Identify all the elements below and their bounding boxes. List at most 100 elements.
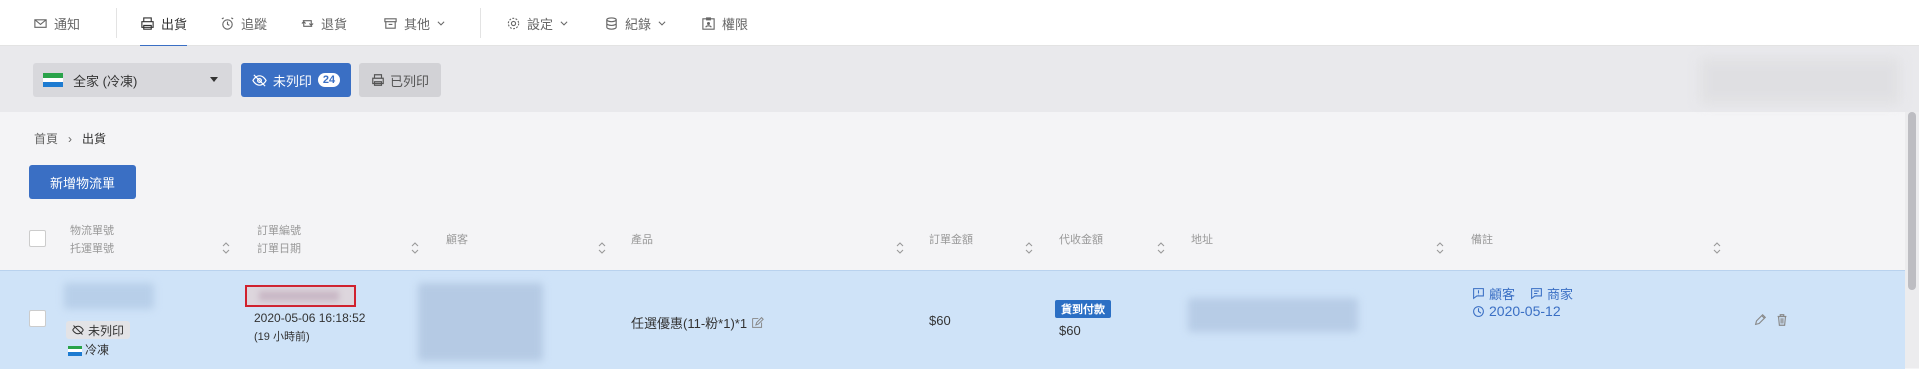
note-merchant-link[interactable]: 商家 — [1530, 284, 1573, 303]
header-order-amount: 訂單金額 — [929, 234, 973, 246]
eye-slash-icon — [252, 73, 267, 87]
order-number-highlight[interactable] — [245, 285, 356, 307]
breadcrumb-home[interactable]: 首頁 — [34, 130, 58, 147]
alarm-clock-icon — [221, 16, 234, 30]
cod-amount: $60 — [1059, 323, 1081, 338]
sort-icon[interactable] — [1025, 242, 1033, 254]
header-notes: 備註 — [1471, 234, 1493, 246]
nav-notify-label: 通知 — [54, 16, 81, 32]
order-amount: $60 — [929, 313, 951, 328]
product-name: 任選優惠(11-粉*1)*1 — [631, 316, 748, 331]
chevron-down-icon — [437, 21, 445, 26]
nav-divider — [480, 8, 481, 38]
sort-icon[interactable] — [222, 242, 230, 254]
nav-other-label: 其他 — [404, 16, 431, 32]
database-icon — [606, 16, 617, 30]
col-header-order: 訂單編號 訂單日期 — [257, 222, 301, 258]
order-number-redacted — [259, 291, 339, 301]
note-merchant-label: 商家 — [1547, 287, 1574, 302]
breadcrumb-current: 出貨 — [82, 132, 107, 146]
unprinted-filter-button[interactable]: 未列印 24 — [241, 63, 351, 97]
comment-icon — [1531, 288, 1542, 300]
trash-icon[interactable] — [1775, 313, 1789, 327]
nav-records-label: 紀錄 — [625, 16, 652, 32]
retweet-icon — [301, 19, 314, 27]
nav-records[interactable]: 紀錄 — [604, 0, 667, 46]
temperature-label: 冷凍 — [85, 343, 110, 357]
sort-icon[interactable] — [896, 242, 904, 254]
eye-slash-icon — [72, 325, 84, 335]
new-shipment-button[interactable]: 新增物流單 — [29, 165, 136, 199]
note-customer-link[interactable]: 顧客 — [1472, 284, 1515, 303]
chevron-down-icon — [560, 21, 568, 26]
vertical-scrollbar[interactable] — [1905, 112, 1919, 368]
note-date-link[interactable]: 2020-05-12 — [1472, 303, 1561, 319]
temperature-tag: 冷凍 — [68, 341, 109, 358]
header-order-date: 訂單日期 — [257, 243, 301, 255]
order-datetime: 2020-05-06 16:18:52 — [254, 311, 366, 325]
nav-ship[interactable]: 出貨 — [140, 0, 188, 47]
sort-icon[interactable] — [598, 242, 606, 254]
nav-track-label: 追蹤 — [241, 16, 268, 32]
id-badge-icon — [702, 16, 715, 30]
gear-icon — [507, 17, 520, 29]
customer-info-redacted — [418, 283, 543, 361]
note-customer-label: 顧客 — [1489, 287, 1516, 302]
header-address: 地址 — [1191, 234, 1213, 246]
nav-ship-label: 出貨 — [161, 16, 188, 32]
printer-icon — [141, 16, 154, 30]
nav-other[interactable]: 其他 — [383, 0, 446, 46]
clock-icon — [1473, 305, 1484, 317]
sort-icon[interactable] — [1713, 242, 1721, 254]
unprinted-filter-label: 未列印 — [272, 73, 312, 89]
familymart-logo-icon — [68, 345, 82, 356]
nav-track[interactable]: 追蹤 — [220, 0, 267, 46]
caret-down-icon — [210, 77, 218, 82]
header-logistics-no: 物流單號 — [70, 225, 114, 237]
familymart-logo-icon — [43, 73, 63, 87]
unprinted-count-badge: 24 — [317, 73, 341, 87]
nav-settings-label: 設定 — [527, 16, 554, 32]
store-select-value: 全家 (冷凍) — [73, 73, 138, 89]
top-nav: 通知 出貨 追蹤 退貨 其他 設定 紀錄 權限 — [0, 0, 1919, 47]
select-all-checkbox[interactable] — [29, 230, 46, 247]
header-consign-no: 托運單號 — [70, 243, 114, 255]
header-customer: 顧客 — [446, 234, 468, 246]
breadcrumb: 首頁 › 出貨 — [34, 130, 106, 147]
note-date-value: 2020-05-12 — [1489, 303, 1561, 319]
nav-permissions[interactable]: 權限 — [701, 0, 748, 46]
printed-filter-button[interactable]: 已列印 — [359, 63, 441, 97]
store-select[interactable]: 全家 (冷凍) — [33, 63, 232, 97]
comment-alert-icon — [1473, 288, 1484, 300]
nav-permissions-label: 權限 — [722, 16, 749, 32]
print-status-label: 未列印 — [88, 323, 125, 338]
col-header-logistics: 物流單號 托運單號 — [70, 222, 114, 258]
address-redacted — [1188, 298, 1358, 332]
header-order-no: 訂單編號 — [257, 225, 301, 237]
nav-notify[interactable]: 通知 — [33, 0, 80, 46]
table-header: 物流單號 托運單號 訂單編號 訂單日期 顧客 產品 訂單金額 代收金額 地址 備… — [0, 220, 1905, 270]
payment-method-badge: 貨到付款 — [1055, 300, 1111, 318]
chevron-right-icon: › — [68, 131, 73, 146]
scrollbar-thumb[interactable] — [1908, 112, 1916, 290]
nav-returns[interactable]: 退貨 — [300, 0, 347, 46]
header-product: 產品 — [631, 234, 653, 246]
row-checkbox[interactable] — [29, 310, 46, 327]
user-menu-redacted[interactable] — [1700, 58, 1900, 104]
pencil-icon[interactable] — [1753, 313, 1767, 327]
sort-icon[interactable] — [1157, 242, 1165, 254]
chevron-down-icon — [658, 21, 666, 26]
header-cod-amount: 代收金額 — [1059, 234, 1103, 246]
sort-icon[interactable] — [1436, 242, 1444, 254]
edit-icon[interactable] — [751, 316, 764, 329]
order-relative-time: (19 小時前) — [254, 331, 310, 343]
sort-icon[interactable] — [411, 242, 419, 254]
archive-box-icon — [384, 17, 397, 29]
printer-icon — [372, 74, 384, 86]
envelope-icon — [34, 18, 47, 28]
print-status-badge: 未列印 — [66, 321, 131, 339]
printed-filter-label: 已列印 — [389, 73, 429, 89]
product-cell: 任選優惠(11-粉*1)*1 — [631, 313, 764, 332]
nav-settings[interactable]: 設定 — [506, 0, 569, 46]
nav-returns-label: 退貨 — [321, 16, 348, 32]
